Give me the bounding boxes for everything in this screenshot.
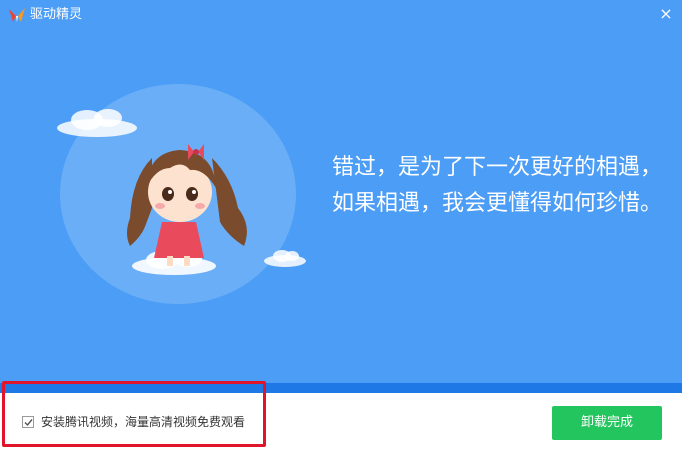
close-button[interactable]: × bbox=[656, 4, 676, 24]
uninstall-window: 驱动精灵 × 错过，是为了下一次更好的相遇， 如果相遇，我会更懂得如何珍惜。 安… bbox=[0, 0, 682, 451]
cloud-icon bbox=[264, 250, 306, 267]
slogan-line: 如果相遇，我会更懂得如何珍惜。 bbox=[332, 191, 663, 216]
close-icon: × bbox=[659, 4, 673, 23]
highlight-annotation bbox=[2, 381, 266, 447]
cloud-icon bbox=[57, 109, 137, 137]
slogan-text: 错过，是为了下一次更好的相遇， 如果相遇，我会更懂得如何珍惜。 bbox=[332, 150, 662, 222]
butterfly-logo-icon bbox=[9, 8, 25, 22]
banner-area: 驱动精灵 × 错过，是为了下一次更好的相遇， 如果相遇，我会更懂得如何珍惜。 bbox=[0, 0, 682, 383]
uninstall-complete-button[interactable]: 卸载完成 bbox=[552, 406, 662, 440]
slogan-line: 错过，是为了下一次更好的相遇， bbox=[332, 155, 663, 180]
girl-illustration bbox=[127, 144, 247, 275]
app-title: 驱动精灵 bbox=[30, 7, 83, 22]
titlebar: 驱动精灵 × bbox=[0, 0, 682, 30]
